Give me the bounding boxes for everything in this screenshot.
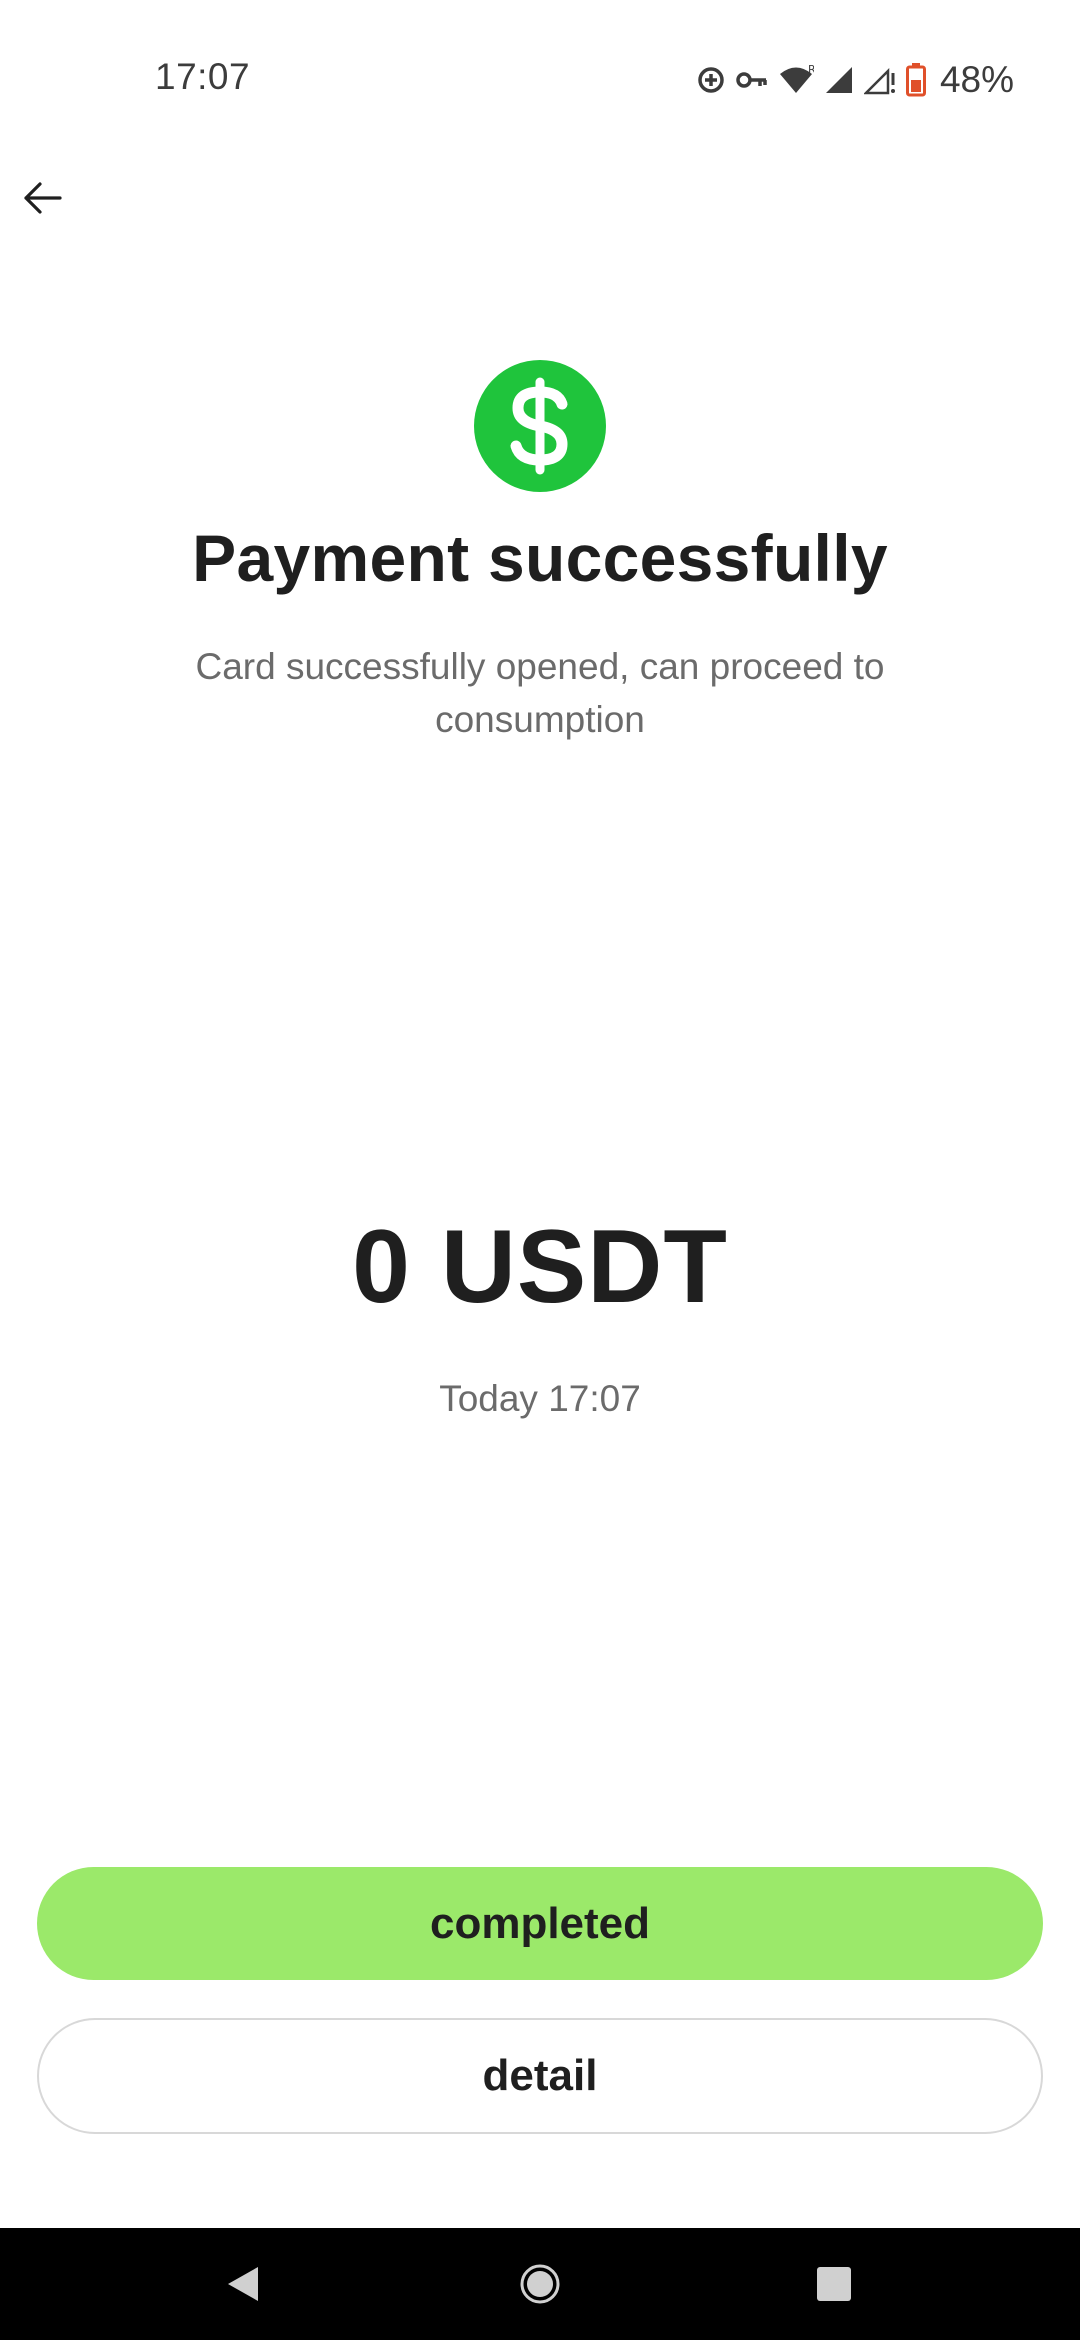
payment-amount: 0 USDT xyxy=(352,1209,728,1325)
detail-button[interactable]: detail xyxy=(37,2018,1043,2134)
nav-back-button[interactable] xyxy=(214,2256,270,2312)
nav-home-icon xyxy=(520,2264,560,2304)
nav-back-icon xyxy=(228,2267,258,2301)
vpn-key-icon xyxy=(736,69,768,91)
status-bar: 17:07 R 48% xyxy=(0,0,1080,150)
result-message: Card successfully opened, can proceed to… xyxy=(195,646,885,740)
nav-recents-button[interactable] xyxy=(806,2256,862,2312)
status-time: 17:07 xyxy=(155,56,251,97)
payment-date: Today 17:07 xyxy=(439,1378,641,1419)
dollar-circle-icon xyxy=(474,360,606,492)
battery-icon xyxy=(905,63,926,97)
nav-recents-icon xyxy=(817,2267,851,2301)
status-icons: R 48% xyxy=(696,58,1014,102)
data-saver-icon xyxy=(696,65,726,95)
svg-text:R: R xyxy=(808,65,814,76)
signal-roaming-icon xyxy=(824,65,854,95)
page-title: Payment successfully xyxy=(192,521,888,595)
payment-success-screen: 17:07 R 48% Payment successfully Card su… xyxy=(0,0,1080,2340)
signal-no-data-icon xyxy=(863,65,896,95)
arrow-left-icon xyxy=(24,182,62,214)
battery-percent: 48% xyxy=(939,59,1014,100)
completed-button[interactable]: completed xyxy=(37,1867,1043,1980)
back-button[interactable] xyxy=(14,170,70,226)
wifi-icon: R xyxy=(778,65,814,95)
navigation-bar xyxy=(0,2228,1080,2340)
nav-home-button[interactable] xyxy=(512,2256,568,2312)
